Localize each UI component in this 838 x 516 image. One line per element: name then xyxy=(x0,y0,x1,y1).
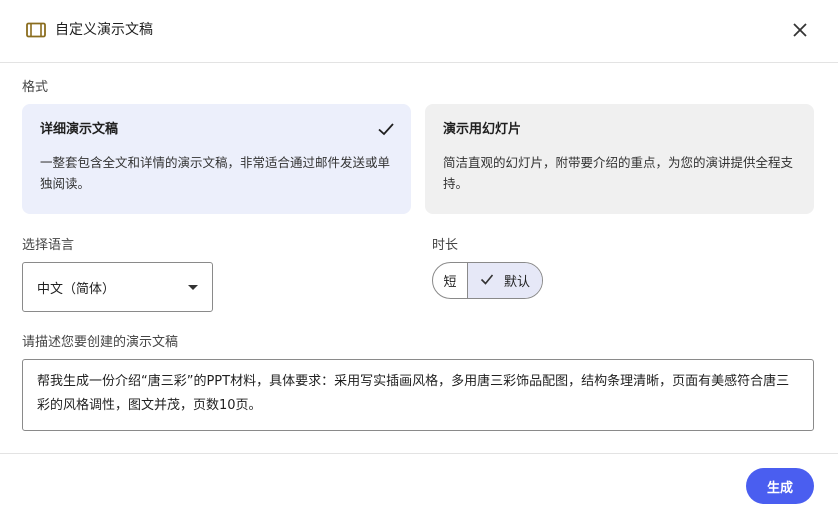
language-label: 选择语言 xyxy=(22,238,75,253)
slides-icon xyxy=(26,22,46,38)
dialog-header: 自定义演示文稿 xyxy=(0,0,838,63)
format-option-description: 简洁直观的幻灯片，附带要介绍的重点，为您的演讲提供全程支持。 xyxy=(443,155,794,191)
language-select[interactable]: 中文（简体） xyxy=(22,262,213,312)
dropdown-caret-icon xyxy=(188,285,198,290)
duration-option-label: 默认 xyxy=(503,275,530,290)
dialog-title: 自定义演示文稿 xyxy=(55,22,153,38)
duration-option-short[interactable]: 短 xyxy=(433,263,468,298)
close-icon xyxy=(792,22,808,42)
description-textarea[interactable]: 帮我生成一份介绍“唐三彩”的PPT材料，具体要求：采用写实插画风格，多用唐三彩饰… xyxy=(22,359,814,431)
generate-button[interactable]: 生成 xyxy=(746,468,814,504)
description-label: 请描述您要创建的演示文稿 xyxy=(22,335,179,350)
close-button[interactable] xyxy=(788,20,812,44)
checkmark-icon xyxy=(377,120,395,138)
format-option-slides[interactable]: 演示用幻灯片 简洁直观的幻灯片，附带要介绍的重点，为您的演讲提供全程支持。 xyxy=(425,104,814,214)
language-value: 中文（简体） xyxy=(37,281,116,297)
format-option-title: 演示用幻灯片 xyxy=(443,122,522,137)
format-option-detailed[interactable]: 详细演示文稿 一整套包含全文和详情的演示文稿，非常适合通过邮件发送或单独阅读。 xyxy=(22,104,411,214)
duration-option-label: 短 xyxy=(443,275,457,290)
customize-presentation-dialog: 自定义演示文稿 格式 详细演示文稿 一整套包含全文和详情的演示文稿，非常适合通过… xyxy=(0,0,838,516)
duration-toggle: 短 默认 xyxy=(432,262,543,299)
duration-option-default[interactable]: 默认 xyxy=(468,263,542,298)
format-option-title: 详细演示文稿 xyxy=(40,122,119,137)
footer-divider xyxy=(0,453,838,454)
checkmark-icon xyxy=(480,272,494,290)
duration-label: 时长 xyxy=(432,238,459,253)
format-option-description: 一整套包含全文和详情的演示文稿，非常适合通过邮件发送或单独阅读。 xyxy=(40,155,391,191)
format-label: 格式 xyxy=(22,80,49,95)
